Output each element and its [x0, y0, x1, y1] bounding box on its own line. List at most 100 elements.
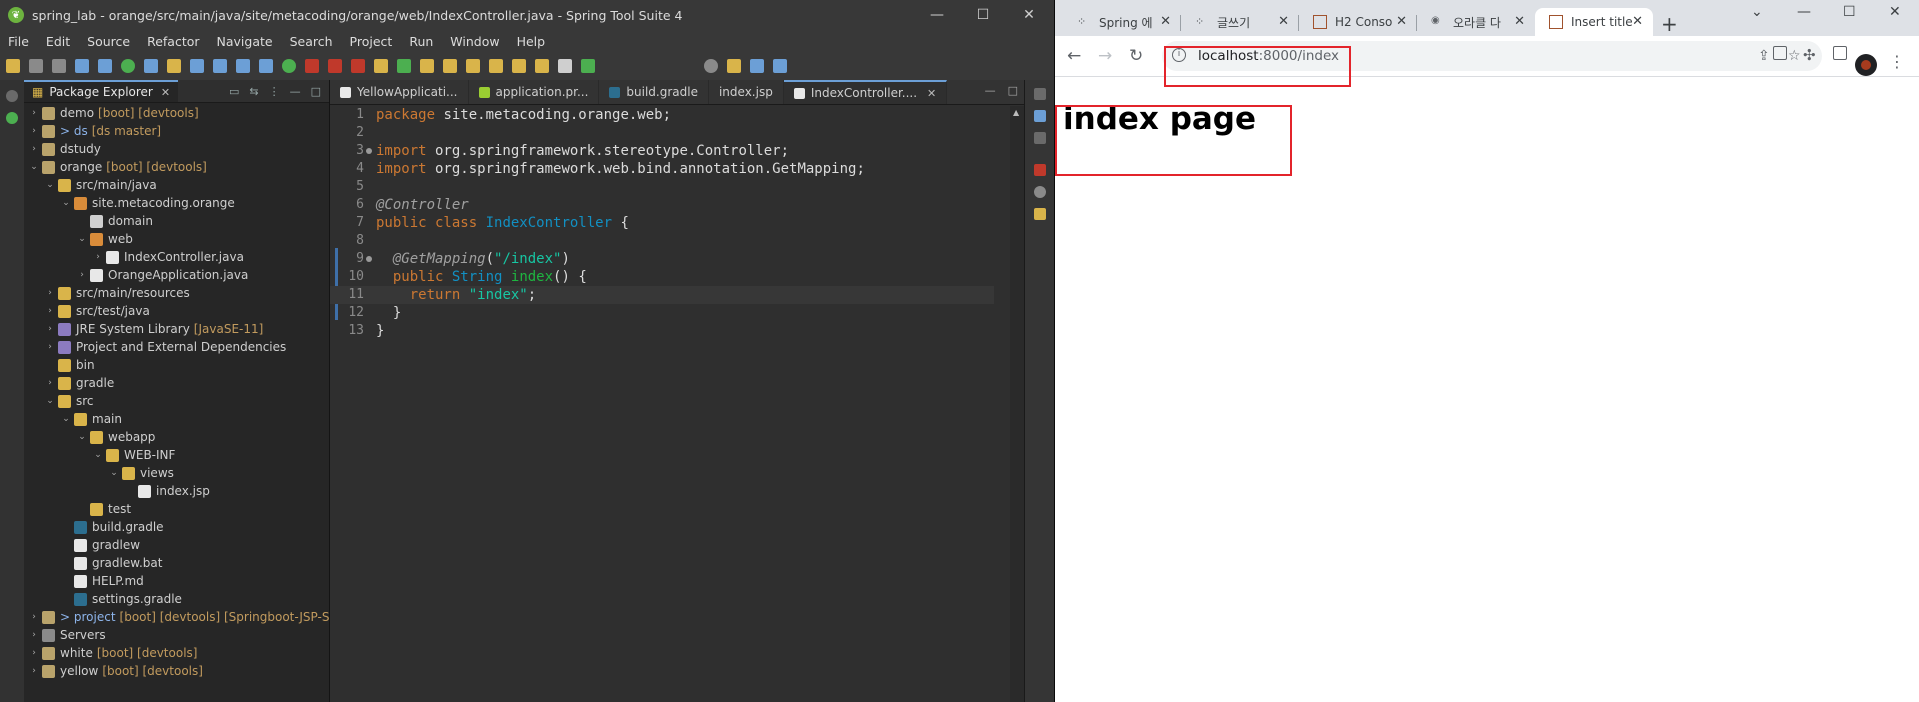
menu-source[interactable]: Source: [87, 34, 130, 49]
collapse-icon[interactable]: ⌄: [44, 176, 56, 194]
new-tab-button[interactable]: +: [1661, 12, 1678, 36]
close-button[interactable]: ✕: [1006, 0, 1052, 30]
minimize-button[interactable]: —: [1797, 4, 1811, 20]
close-icon[interactable]: ✕: [1632, 14, 1643, 29]
save-icon[interactable]: [29, 59, 43, 73]
browser-tab-h2-console[interactable]: H2 Conso ✕: [1299, 8, 1417, 36]
save-all-icon[interactable]: [52, 59, 66, 73]
tab-search-button[interactable]: ⌄: [1751, 4, 1763, 20]
extensions-puzzle-icon[interactable]: ✣: [1803, 46, 1816, 64]
editor-tab-index-jsp[interactable]: index.jsp: [709, 80, 784, 104]
close-icon[interactable]: ✕: [1278, 14, 1289, 29]
tree-item-domain[interactable]: domain: [76, 212, 153, 230]
expand-icon[interactable]: ›: [28, 122, 40, 140]
javadoc-icon[interactable]: [1034, 186, 1046, 198]
expand-icon[interactable]: ›: [28, 104, 40, 122]
tree-item-dstudy[interactable]: › dstudy: [28, 140, 101, 158]
editor-tab-build-gradle[interactable]: build.gradle: [599, 80, 709, 104]
menu-run[interactable]: Run: [409, 34, 433, 49]
refresh-icon[interactable]: [397, 59, 411, 73]
tree-item-src-test-java[interactable]: › src/test/java: [44, 302, 150, 320]
scroll-up-icon[interactable]: ▲: [1013, 108, 1019, 117]
browser-tab-oracle[interactable]: ◉ 오라클 다 ✕: [1417, 8, 1535, 36]
tree-item-src[interactable]: ⌄ src: [44, 392, 93, 410]
terminal-icon[interactable]: [75, 59, 89, 73]
tree-item-index-jsp[interactable]: index.jsp: [124, 482, 210, 500]
annotation-icon[interactable]: [443, 59, 457, 73]
menu-help[interactable]: Help: [517, 34, 546, 49]
tree-item-gradlew[interactable]: gradlew: [60, 536, 140, 554]
minimize-view-icon[interactable]: —: [290, 85, 301, 98]
open-type-icon[interactable]: [167, 59, 181, 73]
browser-menu-icon[interactable]: ⋮: [1889, 52, 1905, 71]
close-button[interactable]: ✕: [1889, 4, 1901, 20]
skip-breakpoints-icon[interactable]: [98, 59, 112, 73]
menu-window[interactable]: Window: [450, 34, 499, 49]
prev-annotation-icon[interactable]: [489, 59, 503, 73]
close-icon[interactable]: ✕: [1514, 14, 1525, 29]
tree-item-help-md[interactable]: HELP.md: [60, 572, 144, 590]
external-tools-icon[interactable]: [305, 59, 319, 73]
tree-item-build-gradle[interactable]: build.gradle: [60, 518, 164, 536]
side-panel-icon[interactable]: [1833, 46, 1847, 60]
tree-item-index-controller[interactable]: › IndexController.java: [92, 248, 244, 266]
tree-item-bin[interactable]: bin: [44, 356, 95, 374]
tree-item-package-orange[interactable]: ⌄ site.metacoding.orange: [60, 194, 235, 212]
menu-search[interactable]: Search: [290, 34, 333, 49]
collapse-icon[interactable]: ⌄: [76, 230, 88, 248]
collapse-all-icon[interactable]: ▭: [229, 85, 239, 98]
profile-avatar[interactable]: [1855, 54, 1877, 76]
menu-project[interactable]: Project: [350, 34, 393, 49]
show-whitespace-icon[interactable]: [236, 59, 250, 73]
tree-item-servers[interactable]: › Servers: [28, 626, 105, 644]
view-menu-icon[interactable]: ⋮: [269, 85, 280, 98]
collapse-icon[interactable]: ⌄: [60, 410, 72, 428]
back-arrow-icon[interactable]: [535, 59, 549, 73]
run-icon[interactable]: [282, 59, 296, 73]
tree-item-web-inf[interactable]: ⌄ WEB-INF: [92, 446, 175, 464]
fold-icon[interactable]: [366, 256, 372, 262]
new-spring-starter-icon[interactable]: [144, 59, 158, 73]
browser-tab-spring[interactable]: ⁘ Spring 에 ✕: [1063, 8, 1181, 36]
new-icon[interactable]: [6, 59, 20, 73]
vertical-scrollbar[interactable]: ▲: [1010, 106, 1024, 702]
tree-item-gradlew-bat[interactable]: gradlew.bat: [60, 554, 162, 572]
collapse-icon[interactable]: ⌄: [76, 428, 88, 446]
collapse-icon[interactable]: ⌄: [28, 158, 40, 176]
fold-icon[interactable]: [366, 148, 372, 154]
browser-tab-write[interactable]: ⁘ 글쓰기 ✕: [1181, 8, 1299, 36]
restore-view-icon[interactable]: [1034, 88, 1046, 100]
problems-icon[interactable]: [1034, 164, 1046, 176]
tree-item-src-main-java[interactable]: ⌄ src/main/java: [44, 176, 157, 194]
tree-item-web[interactable]: ⌄ web: [76, 230, 133, 248]
menu-file[interactable]: File: [8, 34, 29, 49]
tree-item-white[interactable]: › white [boot] [devtools]: [28, 644, 197, 662]
toggle-mark-icon[interactable]: [190, 59, 204, 73]
collapse-icon[interactable]: ⌄: [92, 446, 104, 464]
maximize-button[interactable]: ☐: [960, 0, 1006, 30]
maximize-button[interactable]: ☐: [1843, 4, 1856, 20]
menu-navigate[interactable]: Navigate: [217, 34, 273, 49]
close-icon[interactable]: ✕: [161, 86, 170, 99]
expand-icon[interactable]: ›: [28, 140, 40, 158]
package-explorer-tab[interactable]: ▦ Package Explorer ✕: [24, 80, 179, 102]
tree-item-ds[interactable]: › > ds [ds master]: [28, 122, 161, 140]
last-edit-icon[interactable]: [512, 59, 526, 73]
declaration-icon[interactable]: [1034, 208, 1046, 220]
back-arrow-icon[interactable]: ←: [1067, 46, 1081, 66]
tree-item-dependencies[interactable]: › Project and External Dependencies: [44, 338, 286, 356]
debug-icon[interactable]: [259, 59, 273, 73]
expand-icon[interactable]: ›: [92, 248, 104, 266]
reload-icon[interactable]: ↻: [1129, 46, 1143, 66]
maximize-view-icon[interactable]: □: [1008, 84, 1018, 97]
tree-item-orange[interactable]: ⌄ orange [boot] [devtools]: [28, 158, 207, 176]
expand-icon[interactable]: ›: [44, 338, 56, 356]
expand-icon[interactable]: ›: [44, 374, 56, 392]
tree-item-main[interactable]: ⌄ main: [60, 410, 122, 428]
bookmark-star-icon[interactable]: ☆: [1788, 48, 1801, 64]
share-icon[interactable]: ⇪: [1758, 48, 1770, 64]
boot-dashboard-minimized-icon[interactable]: [6, 112, 18, 124]
collapse-icon[interactable]: ⌄: [60, 194, 72, 212]
expand-icon[interactable]: ›: [28, 644, 40, 662]
close-icon[interactable]: ✕: [1396, 14, 1407, 29]
